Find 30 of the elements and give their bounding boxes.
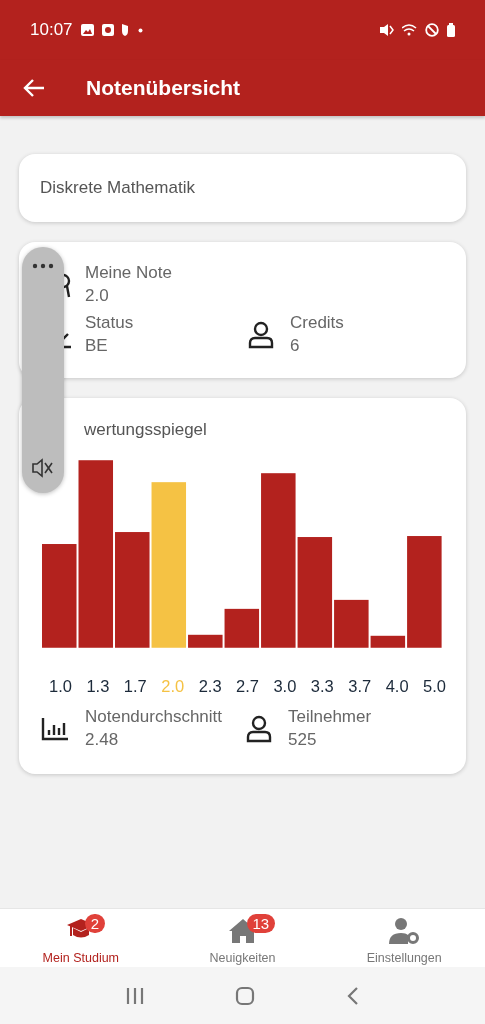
grade-label: 1.0 — [49, 677, 72, 696]
grade-label: 5.0 — [423, 677, 446, 696]
info-label: Status — [85, 312, 134, 334]
clock: 10:07 — [30, 20, 73, 40]
grade-label: 1.7 — [123, 677, 147, 696]
grade-label: 2.3 — [198, 677, 222, 696]
nav-tab[interactable]: 13 Neuigkeiten — [161, 909, 324, 967]
card-title: wertungsspiegel — [83, 420, 208, 440]
grade-label: 3.0 — [273, 677, 297, 696]
course-name: Diskrete Mathematik — [40, 178, 195, 197]
notification-badge: 2 — [84, 914, 106, 933]
info-value: 6 — [290, 335, 301, 357]
info-label: Meine Note — [85, 262, 172, 284]
info-label: Teilnehmer — [288, 706, 372, 728]
nav-tab[interactable]: 2 Mein Studium — [0, 909, 162, 967]
info-value: 2.0 — [85, 285, 110, 307]
grade-label: 1.3 — [86, 677, 110, 696]
grade-label: 2.7 — [236, 677, 259, 696]
screen-title: Notenübersicht — [86, 76, 240, 100]
info-label: Credits — [290, 312, 344, 334]
notification-badge: 13 — [246, 914, 276, 933]
info-value: 2.48 — [85, 729, 120, 751]
grade-label: 2.0 — [161, 677, 185, 696]
grade-label: 3.3 — [310, 677, 334, 696]
info-value: 525 — [288, 729, 318, 751]
info-label: Notendurchschnitt — [85, 706, 223, 728]
info-value: BE — [85, 335, 109, 357]
grade-label: 4.0 — [385, 677, 409, 696]
grade-label: 3.7 — [348, 677, 372, 696]
nav-tab[interactable]: Einstellungen — [323, 909, 485, 967]
